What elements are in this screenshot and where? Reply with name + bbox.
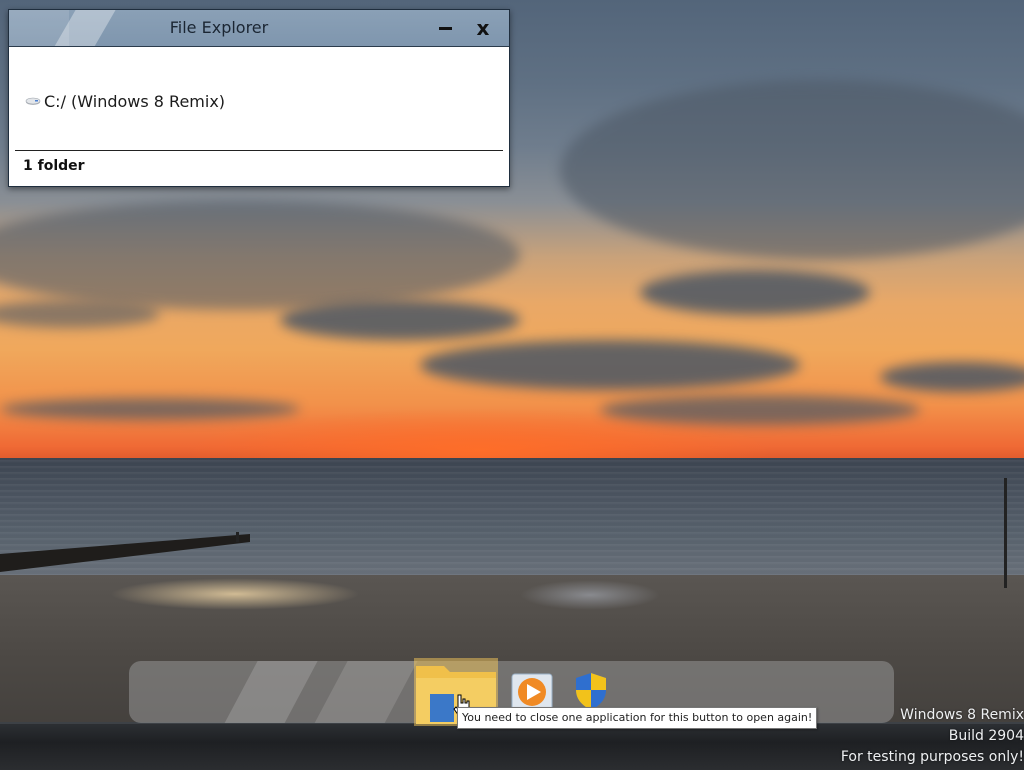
pole	[1004, 478, 1007, 588]
close-button[interactable]: x	[471, 16, 495, 40]
watermark-build: Build 2904	[948, 728, 1024, 744]
status-divider	[15, 150, 503, 151]
media-player-icon	[511, 673, 553, 711]
shield-icon	[576, 673, 606, 710]
drive-icon	[25, 97, 41, 105]
watermark-os: Windows 8 Remix	[900, 707, 1024, 723]
close-icon: x	[476, 16, 490, 40]
build-watermark: Windows 8 Remix Build 2904 For testing p…	[824, 705, 1024, 768]
status-bar: 1 folder	[23, 158, 85, 174]
pier	[0, 532, 250, 572]
security-taskbar-button[interactable]	[572, 670, 610, 712]
file-list: C:/ (Windows 8 Remix)	[9, 47, 509, 149]
file-explorer-window: File Explorer x C:/ (Windows 8 Remix) 1 …	[8, 9, 510, 187]
taskbar-tooltip: You need to close one application for th…	[457, 707, 818, 729]
minimize-button[interactable]	[433, 16, 457, 40]
media-player-taskbar-button[interactable]	[510, 672, 554, 712]
window-title: File Explorer	[169, 18, 269, 37]
drive-item[interactable]: C:/ (Windows 8 Remix)	[25, 91, 225, 111]
drive-label: C:/ (Windows 8 Remix)	[44, 91, 226, 111]
minimize-icon	[438, 26, 452, 30]
watermark-note: For testing purposes only!	[840, 749, 1024, 765]
title-bar[interactable]: File Explorer x	[9, 10, 509, 47]
